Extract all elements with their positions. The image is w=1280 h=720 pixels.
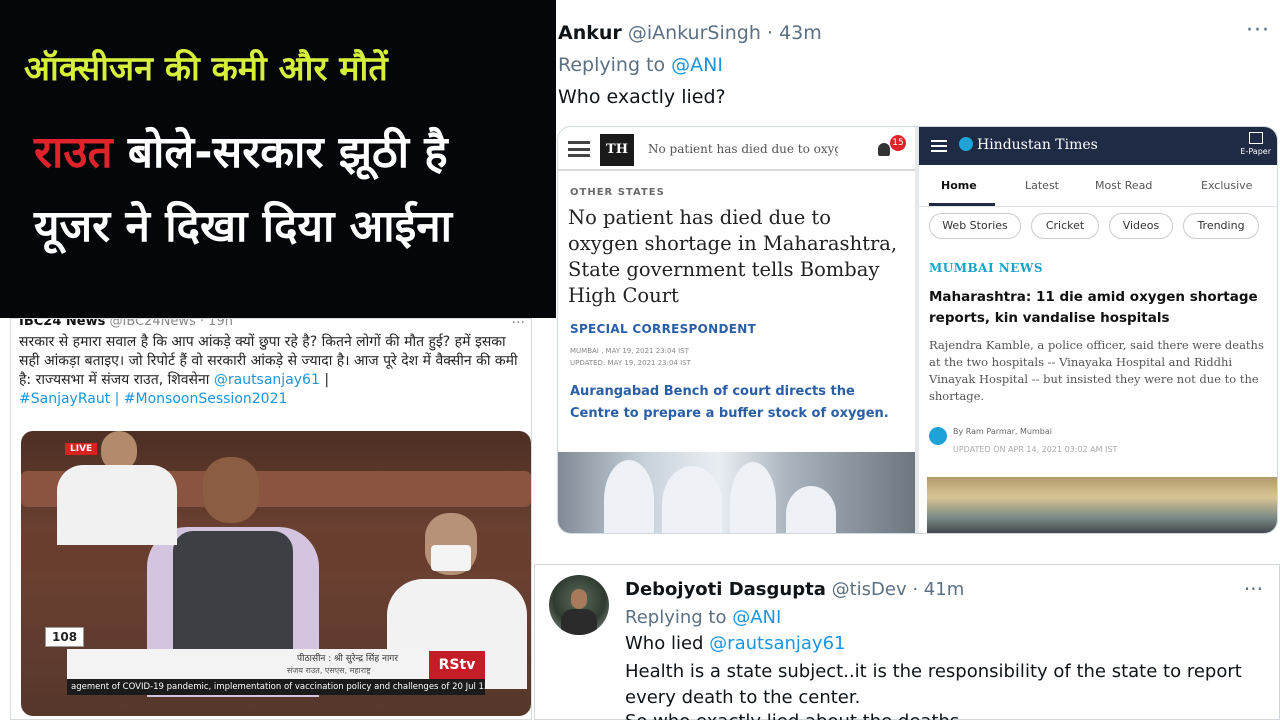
lower-third: पीठासीन : श्री सुरेन्द्र सिंह नागर संजय … (67, 649, 483, 679)
tweet-text: सरकार से हमारा सवाल है कि आप आंकड़े क्यो… (19, 333, 529, 409)
banner-line-1: ऑक्सीजन की कमी और मौतें (24, 49, 388, 89)
tweet-ankur[interactable]: Ankur @iAnkurSingh · 43m ··· Replying to… (556, 0, 1280, 128)
hindustan-times-article: Hindustan Times E-Paper Home Latest Most… (919, 127, 1277, 533)
more-options-icon: ··· (511, 318, 525, 331)
ht-byline: By Ram Parmar, Mumbai (953, 427, 1052, 436)
tweet-text-line-2: Health is a state subject..it is the res… (625, 661, 1242, 708)
lower-third-line-2: संजय राउत, एसएस, महाराष्ट्र (287, 666, 371, 675)
tweet-debojyoti[interactable]: Debojyoti Dasgupta @tisDev · 41m ··· Rep… (534, 564, 1280, 720)
tweet-time[interactable]: · 43m (767, 22, 822, 44)
replying-to-prefix: Replying to (558, 54, 672, 76)
tweet-text: Who exactly lied? (558, 86, 726, 108)
ht-pill-trending: Trending (1183, 213, 1259, 239)
menu-icon (568, 141, 590, 157)
ht-nav-exclusive: Exclusive (1201, 179, 1253, 192)
tweet-time: · 19h (199, 318, 233, 329)
replying-to-link[interactable]: @ANI (732, 607, 781, 628)
epaper-label: E-Paper (1240, 147, 1271, 156)
more-options-icon[interactable]: ··· (1246, 18, 1270, 43)
banner-line-3: यूजर ने दिखा दिया आईना (34, 201, 453, 252)
ht-logo-icon (959, 137, 973, 151)
tweet-header: IBC24 News @IBC24News · 19h (19, 318, 233, 329)
tweet-author-handle[interactable]: @iAnkurSingh (628, 22, 761, 44)
lower-third-line-1: पीठासीन : श्री सुरेन्द्र सिंह नागर (297, 654, 399, 664)
replying-to: Replying to @ANI (625, 607, 781, 628)
ht-nav-most-read: Most Read (1095, 179, 1153, 192)
rstv-logo: RStv (429, 651, 485, 679)
ppe-workers-photo (558, 452, 915, 533)
ht-pill-cricket: Cricket (1031, 213, 1099, 239)
article-headline: No patient has died due to oxygen shorta… (568, 206, 898, 307)
ht-nav: Home Latest Most Read Exclusive (919, 165, 1277, 207)
ht-updated: UPDATED ON APR 14, 2021 03:02 AM IST (953, 445, 1118, 454)
ht-pill-videos: Videos (1109, 213, 1173, 239)
bell-icon (878, 143, 890, 156)
tweet-ibc24-screenshot: IBC24 News @IBC24News · 19h ··· सरकार से… (10, 318, 532, 720)
banner-line-2: राउत बोले-सरकार झूठी है (34, 120, 448, 180)
rajya-sabha-video: LIVE 108 पीठासीन : श्री सुरेन्द्र सिंह न… (21, 431, 531, 716)
replying-to: Replying to @ANI (558, 54, 723, 76)
tweet-header: Debojyoti Dasgupta @tisDev · 41m (625, 579, 964, 600)
mention-link: @rautsanjay61 (213, 372, 320, 388)
article-dateline: MUMBAI , MAY 19, 2021 23:04 IST UPDATED:… (570, 345, 691, 369)
ht-pill-web-stories: Web Stories (929, 213, 1021, 239)
replying-to-prefix: Replying to (625, 607, 733, 628)
ht-byline-icon (929, 427, 947, 445)
live-badge: LIVE (65, 443, 98, 455)
tweet-text-line-1: Who lied @rautsanjay61 (625, 633, 845, 654)
tweet-text-sep: | (319, 372, 330, 388)
more-options-icon[interactable]: ··· (1244, 577, 1263, 601)
banner-line-2-rest: बोले-सरकार झूठी है (112, 127, 448, 178)
ht-headline: Maharashtra: 11 die amid oxygen shortage… (929, 289, 1258, 326)
replying-to-link[interactable]: @ANI (671, 54, 723, 76)
article-date: MUMBAI , MAY 19, 2021 23:04 IST (570, 347, 689, 355)
channel-number: 108 (45, 627, 85, 647)
notification-badge: 15 (890, 135, 906, 151)
epaper-icon (1249, 132, 1263, 144)
avatar[interactable] (549, 575, 609, 635)
banner-highlight: राउत (34, 127, 113, 178)
ht-logo: Hindustan Times (959, 137, 1098, 153)
mention-link[interactable]: @rautsanjay61 (709, 633, 845, 654)
news-ticker: agement of COVID-19 pandemic, implementa… (67, 679, 485, 695)
tweet-author-handle: @IBC24News (109, 318, 196, 329)
title-banner: ऑक्सीजन की कमी और मौतें राउत बोले-सरकार … (0, 0, 556, 318)
tweet-text-line-3: So who exactly lied about the deaths (625, 711, 959, 720)
article-section: OTHER STATES (570, 187, 665, 198)
tweet-image-card[interactable]: TH No patient has died due to oxyg 15 OT… (557, 126, 1278, 534)
article-updated: UPDATED: MAY 19, 2021 23:04 IST (570, 359, 691, 367)
ht-kicker: MUMBAI NEWS (929, 261, 1044, 275)
tweet-text-prefix: Who lied (625, 633, 710, 654)
ht-logo-text: Hindustan Times (977, 137, 1098, 153)
hashtags: #SanjayRaut | #MonsoonSession2021 (19, 391, 288, 407)
crowd-photo (927, 477, 1277, 533)
menu-icon (931, 140, 947, 152)
article-subhead: Aurangabad Bench of court directs the Ce… (570, 384, 889, 421)
tweet-author-name: IBC24 News (19, 318, 106, 329)
ht-top-bar: Hindustan Times E-Paper (919, 127, 1277, 165)
tweet-author-name[interactable]: Ankur (558, 22, 622, 44)
article-author: SPECIAL CORRESPONDENT (570, 322, 757, 336)
th-logo: TH (600, 134, 634, 166)
ht-body: Rajendra Kamble, a police officer, said … (929, 338, 1264, 403)
ht-nav-underline (929, 203, 995, 206)
tweet-header: Ankur @iAnkurSingh · 43m (558, 22, 822, 44)
tweet-time[interactable]: · 41m (912, 579, 964, 600)
th-search-text: No patient has died due to oxyg (648, 142, 838, 156)
tweet-author-handle[interactable]: @tisDev (832, 579, 907, 600)
th-top-bar: TH No patient has died due to oxyg 15 (558, 127, 915, 171)
the-hindu-article: TH No patient has died due to oxyg 15 OT… (558, 127, 915, 533)
ht-nav-latest: Latest (1025, 179, 1059, 192)
ht-nav-home: Home (941, 179, 977, 192)
tweet-author-name[interactable]: Debojyoti Dasgupta (625, 579, 826, 600)
